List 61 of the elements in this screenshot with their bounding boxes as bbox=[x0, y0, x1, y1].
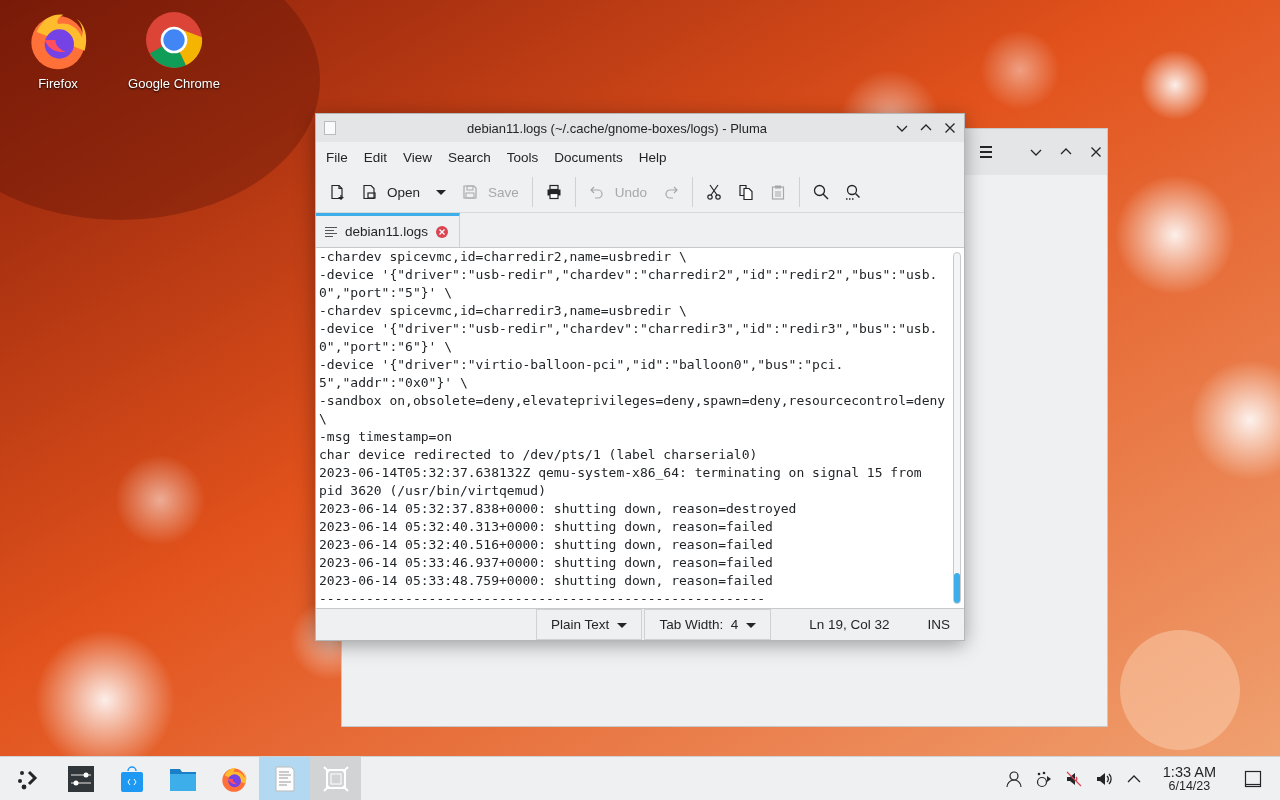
menu-item[interactable]: Edit bbox=[355, 149, 396, 165]
code-line: -chardev spicevmc,id=charredir3,name=usbredir \ bbox=[319, 302, 688, 320]
search-icon bbox=[813, 184, 830, 200]
code-line: -device '{"driver":"usb-redir","chardev":"charredir3","id":"redir3","bus":"usb. bbox=[319, 320, 939, 338]
close-icon[interactable] bbox=[944, 122, 956, 134]
language-dropdown[interactable]: Plain Text bbox=[536, 609, 643, 640]
menu-item[interactable]: Tools bbox=[498, 149, 547, 165]
clock-time: 1:33 AM bbox=[1162, 765, 1216, 780]
menu-item[interactable]: File bbox=[318, 149, 356, 165]
menu-item[interactable]: View bbox=[395, 149, 441, 165]
code-line: --------------------------------------------------------- bbox=[319, 590, 767, 608]
code-line: 2023-06-14 05:32:37.838+0000: shutting down, reason=destroyed bbox=[319, 500, 798, 518]
close-icon[interactable] bbox=[1090, 146, 1102, 158]
menu-item[interactable]: Documents bbox=[546, 149, 631, 165]
toolbar-button[interactable]: Open bbox=[354, 178, 428, 206]
code-line: 2023-06-14 05:33:48.759+0000: shutting down, reason=failed bbox=[319, 572, 774, 590]
person-icon[interactable] bbox=[1004, 769, 1023, 788]
menu-item[interactable]: Help bbox=[630, 149, 675, 165]
undo-arrow-icon bbox=[588, 184, 605, 200]
menu-item[interactable]: Search bbox=[440, 149, 499, 165]
show-desktop-icon[interactable] bbox=[1244, 769, 1262, 788]
code-line: 2023-06-14 05:33:46.937+0000: shutting down, reason=failed bbox=[319, 554, 774, 572]
code-line: -device '{"driver":"usb-redir","chardev":"charredir2","id":"redir2","bus":"usb. bbox=[319, 266, 939, 284]
code-line: 0","port":"6"}' \ bbox=[319, 338, 454, 356]
clock-date: 6/14/23 bbox=[1168, 779, 1211, 792]
insert-mode: INS bbox=[927, 617, 951, 632]
document-open-icon bbox=[361, 184, 377, 200]
window-title: debian11.logs (~/.cache/gnome-boxes/logs) - Pluma bbox=[466, 120, 768, 136]
frame-icon bbox=[321, 764, 350, 793]
code-line: -msg timestamp=on bbox=[319, 428, 454, 446]
printer-icon bbox=[545, 184, 562, 200]
desktop-icon-label[interactable]: Firefox bbox=[38, 76, 78, 91]
code-line: 2023-06-14T05:32:37.638132Z qemu-system-x86_64: terminating on signal 15 from bbox=[319, 464, 923, 482]
scrollbar[interactable] bbox=[953, 252, 961, 604]
menu-icon[interactable] bbox=[978, 144, 994, 160]
sliders-icon bbox=[66, 764, 95, 793]
code-line: -chardev spicevmc,id=charredir2,name=usbredir \ bbox=[319, 248, 688, 266]
redo-arrow-icon bbox=[663, 184, 680, 200]
scissors-icon bbox=[706, 184, 723, 200]
code-line: -sandbox on,obsolete=deny,elevateprivileges=deny,spawn=deny,resourcecontrol=deny bbox=[319, 392, 947, 410]
desktop-icon-label[interactable]: Google Chrome bbox=[128, 76, 220, 91]
document-add-icon bbox=[329, 184, 345, 200]
clipboard-icon bbox=[770, 184, 787, 200]
code-line: 2023-06-14 05:32:40.313+0000: shutting down, reason=failed bbox=[319, 518, 774, 536]
text-lines-icon bbox=[324, 224, 338, 239]
copy-icon bbox=[738, 184, 755, 200]
document-tab[interactable]: debian11.logs bbox=[316, 213, 461, 247]
code-line: -device '{"driver":"virtio-balloon-pci","id":"balloon0","bus":"pci. bbox=[319, 356, 845, 374]
cursor-position: Ln 19, Col 32 bbox=[808, 617, 891, 632]
code-line: 0","port":"5"}' \ bbox=[319, 284, 454, 302]
tab-width-dropdown[interactable]: Tab Width: 4 bbox=[644, 609, 772, 640]
document-icon bbox=[322, 120, 338, 136]
clock[interactable]: 1:33 AM 6/14/23 bbox=[1162, 765, 1216, 792]
speaker-muted-icon[interactable] bbox=[1064, 769, 1083, 788]
code-line: 2023-06-14 05:32:40.516+0000: shutting down, reason=failed bbox=[319, 536, 774, 554]
code-line: 5","addr":"0x0"}' \ bbox=[319, 374, 469, 392]
code-line: char device redirected to /dev/pts/1 (label charserial0) bbox=[319, 446, 759, 464]
code-line: pid 3620 (/usr/bin/virtqemud) bbox=[319, 482, 547, 500]
search-replace-icon bbox=[845, 184, 862, 200]
text-area[interactable] bbox=[316, 247, 964, 609]
code-line: \ bbox=[319, 410, 328, 428]
